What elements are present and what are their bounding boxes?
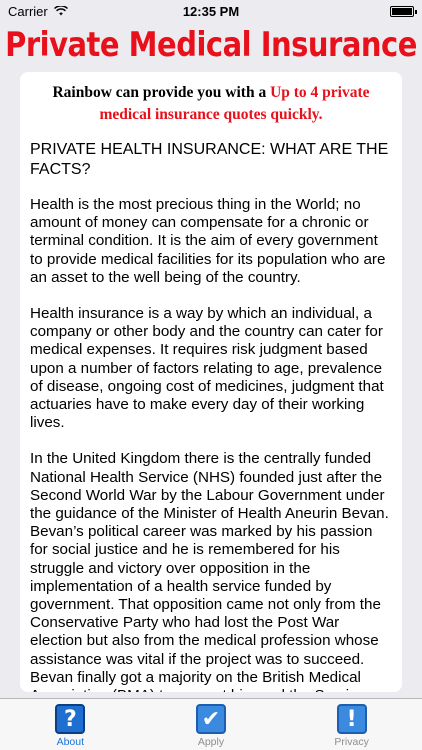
question-icon: ?: [55, 704, 86, 734]
status-time: 12:35 PM: [182, 3, 240, 19]
exclamation-icon: !: [336, 704, 367, 734]
article-paragraph: In the United Kingdom there is the centr…: [30, 450, 389, 692]
promo-intro: Rainbow can provide you with a: [52, 84, 271, 101]
tab-label: Privacy: [334, 736, 369, 748]
article-heading: PRIVATE HEALTH INSURANCE: WHAT ARE THE F…: [30, 141, 389, 178]
status-left: Carrier: [8, 4, 68, 19]
article-paragraph: Health is the most precious thing in the…: [30, 196, 386, 286]
checkmark-icon: ✔: [195, 704, 226, 734]
tab-about[interactable]: ? About: [20, 699, 120, 748]
status-bar: Carrier 12:35 PM: [0, 0, 422, 22]
carrier-label: Carrier: [8, 3, 48, 19]
tab-privacy[interactable]: ! Privacy: [302, 699, 402, 748]
tab-label: About: [56, 736, 85, 748]
tab-apply[interactable]: ✔ Apply: [161, 699, 261, 748]
wifi-icon: [53, 6, 68, 16]
tab-label: Apply: [197, 736, 225, 748]
article: PRIVATE HEALTH INSURANCE: WHAT ARE THE F…: [30, 140, 392, 692]
promo-banner: Rainbow can provide you with a Up to 4 p…: [34, 82, 388, 126]
content-card[interactable]: Rainbow can provide you with a Up to 4 p…: [20, 72, 402, 692]
article-paragraph: Health insurance is a way by which an in…: [30, 305, 384, 432]
app-title: Private Medical Insurance: [5, 24, 417, 65]
battery-icon: [390, 5, 417, 17]
tab-bar: ? About ✔ Apply ! Privacy: [0, 698, 422, 750]
